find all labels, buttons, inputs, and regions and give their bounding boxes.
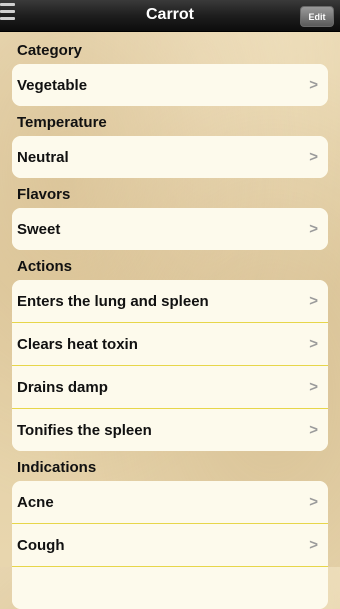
section-header-actions: Actions: [17, 258, 73, 275]
section-header-indications: Indications: [17, 459, 97, 476]
chevron-right-icon: >: [309, 76, 318, 94]
detail-list: Category Vegetable > Temperature Neutral…: [0, 31, 340, 609]
list-item-label: Cough: [17, 536, 65, 554]
list-item-label: Vegetable: [17, 76, 88, 94]
list-item-label: Drains damp: [17, 378, 108, 396]
list-item-label: Tonifies the spleen: [17, 421, 152, 439]
section-header-category: Category: [17, 42, 83, 59]
list-item[interactable]: Tonifies the spleen >: [12, 409, 328, 451]
chevron-right-icon: >: [309, 335, 318, 353]
page-title: Carrot: [145, 6, 194, 23]
chevron-right-icon: >: [309, 148, 318, 166]
list-item[interactable]: Sweet >: [12, 208, 328, 250]
list-item[interactable]: Drains damp >: [12, 366, 328, 409]
edit-button[interactable]: Edit: [300, 6, 334, 27]
section-header-flavors: Flavors: [17, 186, 71, 203]
chevron-right-icon: >: [309, 421, 318, 439]
list-item[interactable]: Clears heat toxin >: [12, 323, 328, 366]
list-item[interactable]: [12, 567, 328, 609]
chevron-right-icon: >: [309, 220, 318, 238]
chevron-right-icon: >: [309, 536, 318, 554]
chevron-right-icon: >: [309, 292, 318, 310]
list-item-label: Neutral: [17, 148, 69, 166]
list-item[interactable]: Neutral >: [12, 136, 328, 178]
list-item-label: Sweet: [17, 220, 61, 238]
flavors-group: Sweet >: [12, 208, 328, 250]
actions-group: Enters the lung and spleen > Clears heat…: [12, 280, 328, 451]
list-item[interactable]: Enters the lung and spleen >: [12, 280, 328, 323]
chevron-right-icon: >: [309, 493, 318, 511]
list-item-label: Enters the lung and spleen: [17, 292, 209, 310]
list-item-label: Clears heat toxin: [17, 335, 138, 353]
top-bar: Carrot Edit: [0, 0, 340, 32]
indications-group: Acne > Cough >: [12, 481, 328, 609]
list-item-label: Acne: [17, 493, 54, 511]
temperature-group: Neutral >: [12, 136, 328, 178]
category-group: Vegetable >: [12, 64, 328, 106]
chevron-right-icon: >: [309, 378, 318, 396]
list-item[interactable]: Vegetable >: [12, 64, 328, 106]
section-header-temperature: Temperature: [17, 114, 107, 131]
list-item[interactable]: Cough >: [12, 524, 328, 567]
list-item[interactable]: Acne >: [12, 481, 328, 524]
